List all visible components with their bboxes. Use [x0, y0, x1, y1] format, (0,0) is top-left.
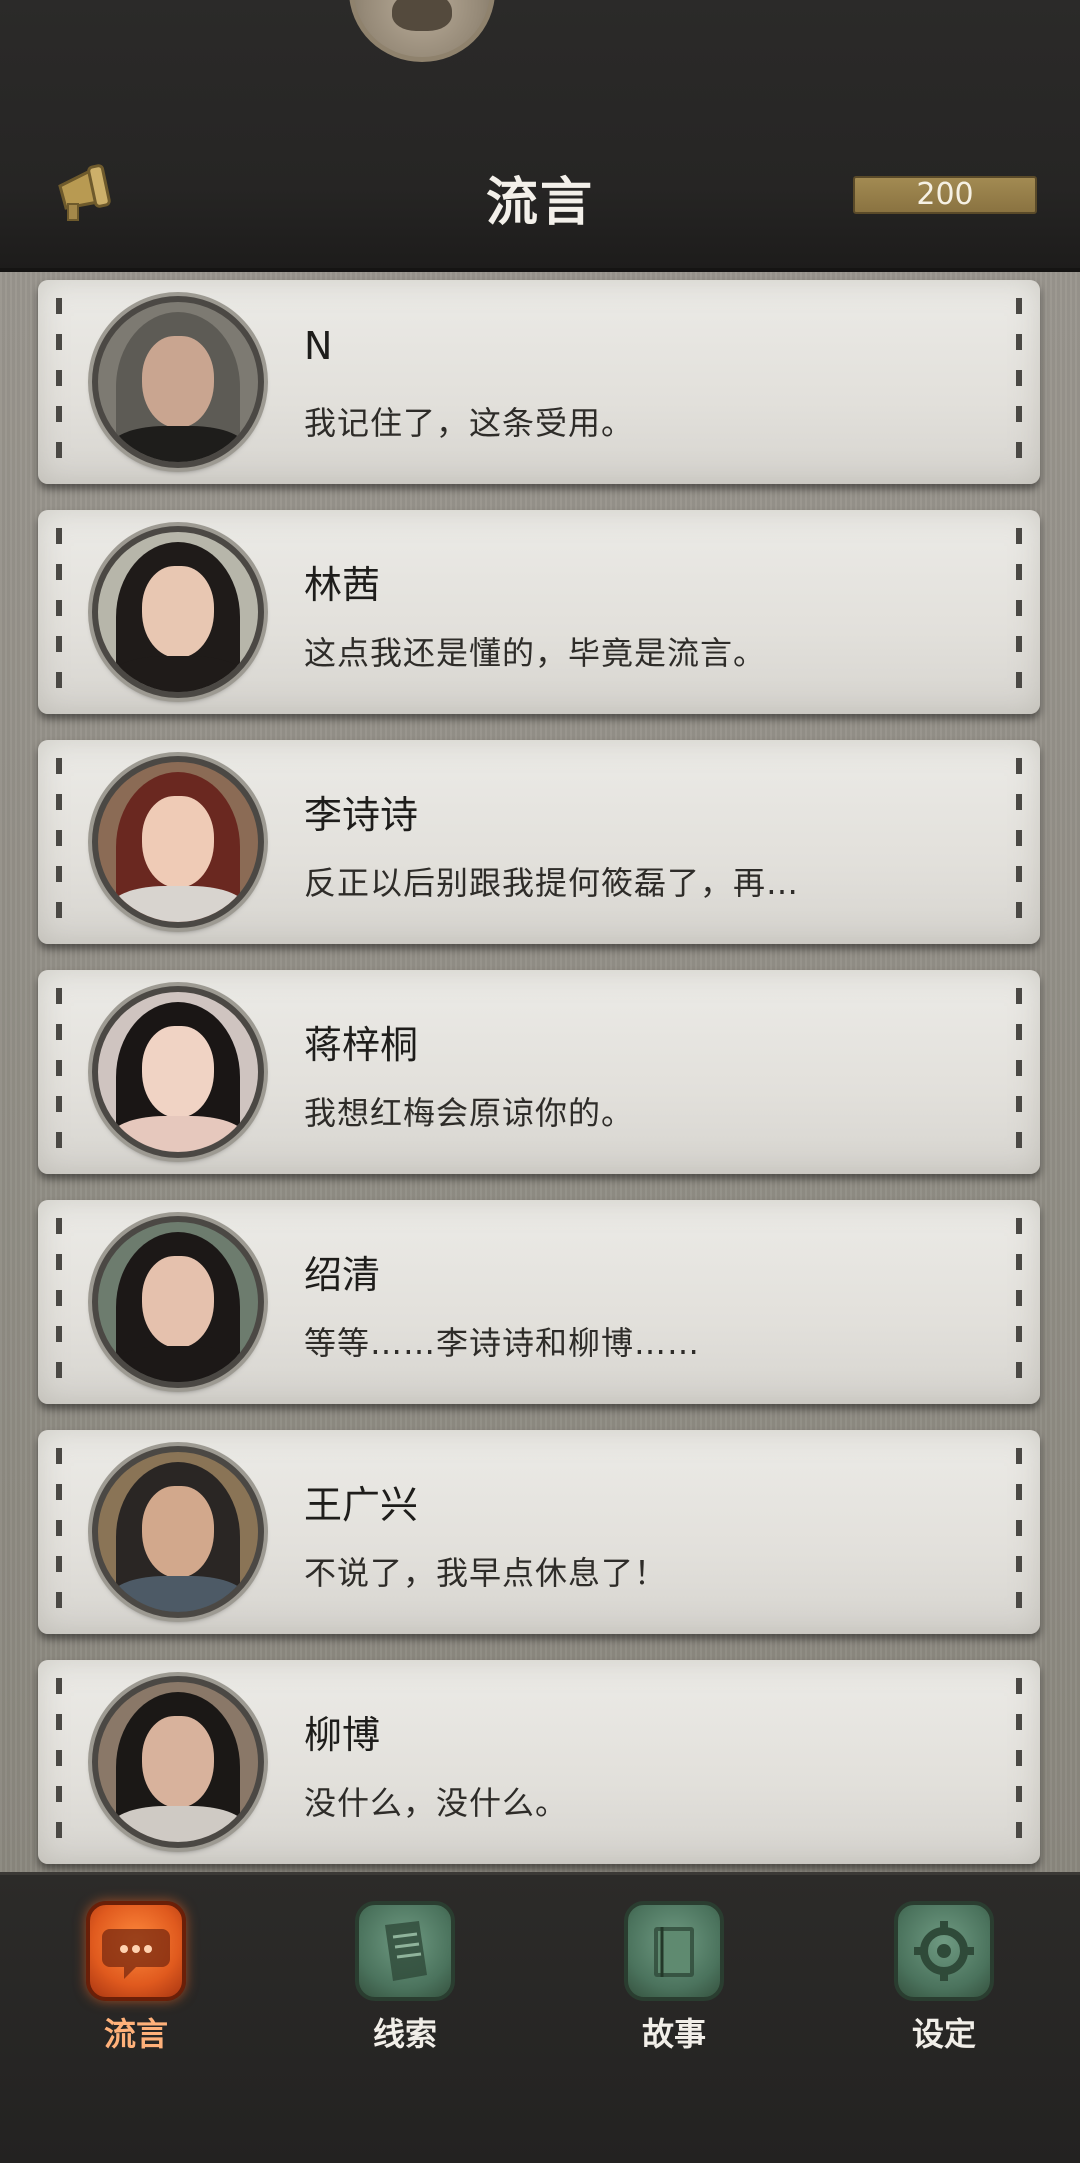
contact-name: N	[304, 324, 333, 368]
gear-icon	[894, 1901, 994, 2001]
rumor-card[interactable]: 林茜 这点我还是懂的，毕竟是流言。	[38, 510, 1040, 714]
tab-label: 流言	[103, 2015, 168, 2053]
tab-settings[interactable]: 设定	[879, 1901, 1009, 2055]
book-icon	[624, 1901, 724, 2001]
contact-name: 蒋梓桐	[304, 1023, 419, 1067]
contact-name: 林茜	[304, 563, 381, 607]
tab-story[interactable]: 故事	[609, 1901, 739, 2055]
tab-rumors[interactable]: 流言	[71, 1901, 201, 2055]
rumor-card[interactable]: 柳博 没什么，没什么。	[38, 1660, 1040, 1864]
avatar	[92, 1676, 264, 1848]
last-message: 不说了，我早点休息了！	[304, 1554, 668, 1592]
last-message: 我记住了，这条受用。	[304, 404, 635, 442]
coin-counter: 200	[853, 176, 1037, 214]
avatar	[92, 296, 264, 468]
rumor-card[interactable]: 王广兴 不说了，我早点休息了！	[38, 1430, 1040, 1634]
avatar	[92, 1216, 264, 1388]
contact-name: 王广兴	[304, 1483, 419, 1527]
chat-bubble-icon	[86, 1901, 186, 2001]
tab-clues[interactable]: 线索	[340, 1901, 470, 2055]
rumor-card[interactable]: 蒋梓桐 我想红梅会原谅你的。	[38, 970, 1040, 1174]
last-message: 这点我还是懂的，毕竟是流言。	[304, 634, 767, 672]
paper-notes-icon	[355, 1901, 455, 2001]
player-avatar[interactable]	[349, 0, 495, 62]
contact-name: 李诗诗	[304, 793, 419, 837]
avatar	[92, 1446, 264, 1618]
bottom-nav: 流言 线索 故事 设定	[0, 1872, 1080, 2163]
contact-name: 柳博	[304, 1713, 381, 1757]
rumor-list: N 我记住了，这条受用。 林茜 这点我还是懂的，毕竟是流言。 李诗诗 反正以后别…	[0, 272, 1080, 1872]
avatar	[92, 986, 264, 1158]
rumor-card[interactable]: 绍清 等等……李诗诗和柳博……	[38, 1200, 1040, 1404]
avatar	[92, 526, 264, 698]
rumor-card[interactable]: N 我记住了，这条受用。	[38, 280, 1040, 484]
top-bar: 流言 200	[0, 0, 1080, 272]
avatar	[92, 756, 264, 928]
last-message: 我想红梅会原谅你的。	[304, 1094, 635, 1132]
tab-label: 故事	[641, 2015, 706, 2053]
last-message: 反正以后别跟我提何筱磊了，再…	[304, 864, 800, 902]
last-message: 没什么，没什么。	[304, 1784, 569, 1822]
tab-label: 设定	[911, 2015, 976, 2053]
rumor-card[interactable]: 李诗诗 反正以后别跟我提何筱磊了，再…	[38, 740, 1040, 944]
contact-name: 绍清	[304, 1253, 381, 1297]
tab-label: 线索	[372, 2015, 437, 2053]
last-message: 等等……李诗诗和柳博……	[304, 1324, 701, 1362]
